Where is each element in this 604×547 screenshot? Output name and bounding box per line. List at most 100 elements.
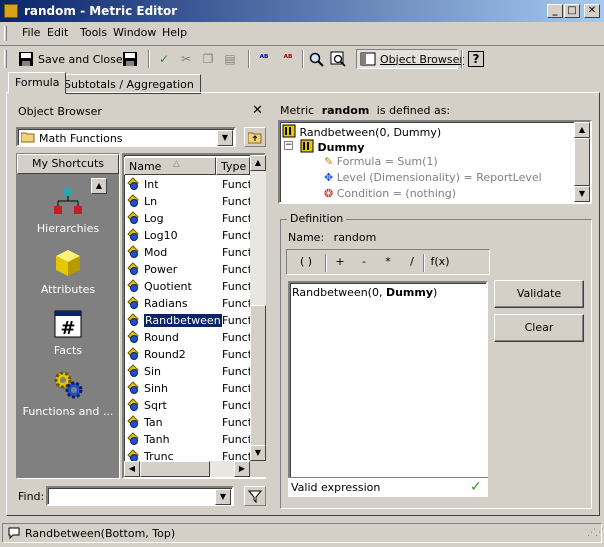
tree-root-label: Randbetween(0, Dummy) xyxy=(299,126,442,139)
spell-options-button[interactable]: ᴬᴮ xyxy=(280,49,296,69)
save-and-close-button[interactable]: Save and Close xyxy=(18,49,123,69)
scroll-up-arrow[interactable]: ▲ xyxy=(250,155,266,171)
minus-button[interactable]: - xyxy=(355,253,373,273)
filter-button[interactable] xyxy=(244,486,266,506)
chevron-down-icon[interactable]: ▼ xyxy=(217,130,233,146)
list-item[interactable]: Power Function xyxy=(126,262,250,279)
maximize-button[interactable]: □ xyxy=(564,4,580,18)
function-button[interactable]: f(x) xyxy=(427,253,453,273)
tab-subtotals-aggregation[interactable]: Subtotals / Aggregation xyxy=(57,74,201,94)
object-browser-close-icon[interactable]: ✕ xyxy=(252,103,263,118)
column-header-name[interactable]: Name △ xyxy=(124,157,216,175)
shortcut-hierarchies-label: Hierarchies xyxy=(36,222,100,235)
help-button[interactable]: ? xyxy=(468,49,484,69)
find-in-browser-button[interactable] xyxy=(330,49,346,69)
spell-check-button[interactable]: ᴬᴮ xyxy=(256,49,272,69)
list-item[interactable]: Sin Function xyxy=(126,364,250,381)
shortcut-facts[interactable]: # Facts xyxy=(17,308,119,357)
hierarchy-icon xyxy=(52,186,84,218)
formula-editor[interactable]: Randbetween(0, Dummy) xyxy=(288,281,488,497)
menu-tools[interactable]: Tools xyxy=(80,26,107,39)
close-button[interactable]: ✕ xyxy=(584,4,600,18)
scroll-thumb[interactable] xyxy=(250,305,266,447)
validate-button[interactable]: Validate xyxy=(494,280,584,308)
save-button[interactable] xyxy=(122,49,138,69)
tree-scroll-up-arrow[interactable]: ▲ xyxy=(574,122,590,138)
title-bar[interactable]: random - Metric Editor _ □ ✕ xyxy=(0,0,604,22)
function-type: Function xyxy=(222,450,250,461)
find-button[interactable] xyxy=(308,49,324,69)
copy-button[interactable]: ❐ xyxy=(200,49,216,69)
list-item[interactable]: Ln Function xyxy=(126,194,250,211)
list-item[interactable]: Sqrt Function xyxy=(126,398,250,415)
parentheses-button[interactable]: ( ) xyxy=(291,253,321,273)
chevron-down-icon[interactable]: ▼ xyxy=(215,489,231,505)
function-icon xyxy=(126,279,140,294)
function-type: Function xyxy=(222,297,250,310)
clear-button[interactable]: Clear xyxy=(494,314,584,342)
scroll-down-arrow[interactable]: ▼ xyxy=(250,445,266,461)
shortcut-functions[interactable]: Functions and ... xyxy=(17,369,119,418)
list-item[interactable]: Round Function xyxy=(126,330,250,347)
function-list-vscrollbar[interactable]: ▲ ▼ xyxy=(250,155,266,461)
scroll-left-arrow[interactable]: ◀ xyxy=(124,461,140,477)
tree-formula-row[interactable]: ✎ Formula = Sum(1) xyxy=(324,155,438,168)
find-input[interactable]: ▼ xyxy=(46,486,234,506)
menu-file[interactable]: File xyxy=(22,26,40,39)
tree-child-row[interactable]: Dummy xyxy=(300,139,365,156)
function-name: Log xyxy=(144,212,164,225)
tab-formula[interactable]: Formula xyxy=(8,72,67,94)
resize-grip-icon[interactable]: ⋰⋰ xyxy=(587,528,604,538)
tree-level-label: Level (Dimensionality) = ReportLevel xyxy=(336,171,542,184)
list-item[interactable]: Tan Function xyxy=(126,415,250,432)
column-header-type[interactable]: Type xyxy=(216,157,250,175)
menu-grip xyxy=(4,26,7,41)
function-list-hscrollbar[interactable]: ◀ ▶ xyxy=(124,461,250,477)
folder-dropdown[interactable]: Math Functions ▼ xyxy=(16,127,236,147)
expression-metric-token[interactable]: Dummy xyxy=(386,286,433,299)
validation-status-bar: Valid expression ✓ xyxy=(288,477,488,497)
list-item[interactable]: RandbetweenFunction xyxy=(126,313,250,330)
scroll-corner xyxy=(250,461,266,477)
menu-help[interactable]: Help xyxy=(162,26,187,39)
paste-button[interactable]: ▤ xyxy=(222,49,238,69)
object-browser-toggle-button[interactable]: Object Browser xyxy=(356,49,464,69)
menu-edit[interactable]: Edit xyxy=(47,26,68,39)
divide-button[interactable]: / xyxy=(403,253,421,273)
menu-window[interactable]: Window xyxy=(113,26,156,39)
parent-folder-button[interactable] xyxy=(244,127,266,147)
list-item[interactable]: Log Function xyxy=(126,211,250,228)
list-item[interactable]: Sinh Function xyxy=(126,381,250,398)
minimize-button[interactable]: _ xyxy=(547,4,563,18)
function-type: Function xyxy=(222,280,250,293)
list-item[interactable]: Trunc Function xyxy=(126,449,250,461)
function-icon xyxy=(126,398,140,413)
multiply-button[interactable]: * xyxy=(379,253,397,273)
hscroll-thumb[interactable] xyxy=(140,461,210,477)
validate-tool-button[interactable]: ✓ xyxy=(156,49,172,69)
list-item[interactable]: Round2 Function xyxy=(126,347,250,364)
my-shortcuts-header[interactable]: My Shortcuts xyxy=(17,154,119,174)
definition-name-row: Name: random xyxy=(288,231,376,244)
tree-collapse-toggle[interactable]: − xyxy=(284,141,293,150)
shortcut-attributes[interactable]: Attributes xyxy=(17,247,119,296)
function-name: Power xyxy=(144,263,178,276)
tree-scroll-down-arrow[interactable]: ▼ xyxy=(574,186,590,202)
shortcut-hierarchies[interactable]: Hierarchies xyxy=(17,186,119,235)
list-item[interactable]: Quotient Function xyxy=(126,279,250,296)
cut-button[interactable]: ✂ xyxy=(178,49,194,69)
list-item[interactable]: Int Function xyxy=(126,177,250,194)
tree-vscrollbar[interactable]: ▲ ▼ xyxy=(574,122,590,202)
tree-condition-row[interactable]: ❂ Condition = (nothing) xyxy=(324,187,456,200)
tree-level-row[interactable]: ✥ Level (Dimensionality) = ReportLevel xyxy=(324,171,542,184)
list-item[interactable]: Log10 Function xyxy=(126,228,250,245)
plus-button[interactable]: + xyxy=(331,253,349,273)
scroll-right-arrow[interactable]: ▶ xyxy=(234,461,250,477)
tree-scroll-thumb[interactable] xyxy=(574,138,590,186)
function-type: Function xyxy=(222,416,250,429)
definition-name-value: random xyxy=(333,231,377,244)
list-item[interactable]: Mod Function xyxy=(126,245,250,262)
definition-legend: Definition xyxy=(287,212,347,225)
list-item[interactable]: Radians Function xyxy=(126,296,250,313)
list-item[interactable]: Tanh Function xyxy=(126,432,250,449)
